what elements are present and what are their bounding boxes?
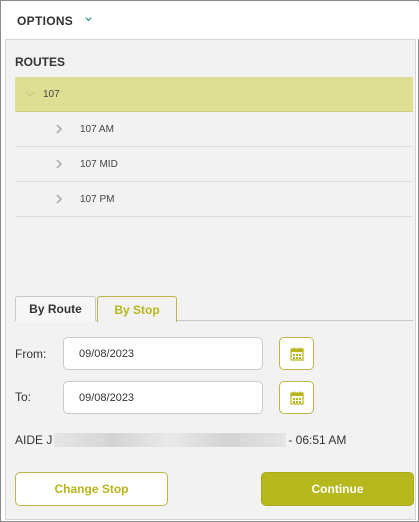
route-item-label: 107 MID	[80, 159, 118, 170]
route-item-107-mid[interactable]: 107 MID	[15, 147, 413, 182]
from-date-input[interactable]: 09/08/2023	[63, 337, 263, 370]
tab-by-stop[interactable]: By Stop	[97, 296, 177, 322]
redacted-name	[54, 433, 287, 447]
to-label: To:	[15, 390, 32, 404]
route-item-label: 107 AM	[80, 124, 114, 135]
options-title[interactable]: OPTIONS	[17, 14, 73, 28]
to-calendar-button[interactable]	[279, 381, 314, 414]
routes-panel: ROUTES 107 107 AM 107 MID 107 PM By Rout…	[5, 39, 416, 520]
calendar-icon	[289, 347, 304, 361]
routes-heading: ROUTES	[15, 55, 66, 69]
change-stop-button[interactable]: Change Stop	[15, 472, 168, 506]
route-item-107-pm[interactable]: 107 PM	[15, 182, 413, 217]
route-item-107-am[interactable]: 107 AM	[15, 112, 413, 147]
from-calendar-button[interactable]	[279, 337, 314, 370]
chevron-down-icon[interactable]	[84, 15, 93, 24]
chevron-down-icon[interactable]	[25, 90, 35, 98]
to-date-input[interactable]: 09/08/2023	[63, 381, 263, 414]
aide-prefix: AIDE J	[15, 433, 53, 447]
continue-button[interactable]: Continue	[261, 472, 414, 506]
tab-by-route[interactable]: By Route	[15, 296, 96, 321]
chevron-right-icon[interactable]	[55, 194, 63, 204]
from-label: From:	[15, 347, 47, 361]
aide-info: AIDE J - 06:51 AM	[15, 432, 346, 448]
route-item-label: 107 PM	[80, 194, 115, 205]
chevron-right-icon[interactable]	[55, 124, 63, 134]
options-panel: OPTIONS ROUTES 107 107 AM 107 MID 107 PM…	[0, 0, 419, 522]
chevron-right-icon[interactable]	[55, 159, 63, 169]
route-item-label: 107	[43, 89, 60, 100]
route-item-107[interactable]: 107	[15, 77, 413, 112]
options-header[interactable]: OPTIONS	[2, 2, 419, 39]
calendar-icon	[289, 391, 304, 405]
aide-time: - 06:51 AM	[288, 433, 347, 447]
